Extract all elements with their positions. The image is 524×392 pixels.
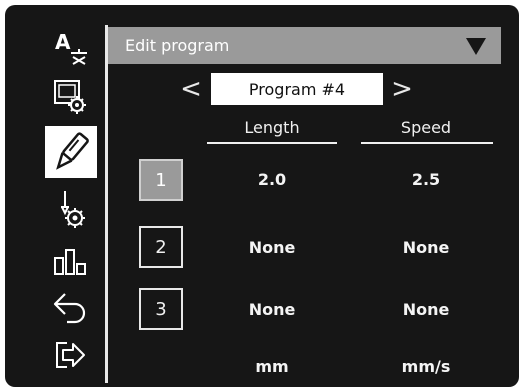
program-step-button-3[interactable]: 3 <box>139 288 183 330</box>
program-step-button-2[interactable]: 2 <box>139 226 183 268</box>
speed-value-2[interactable]: None <box>361 238 491 257</box>
sidebar: A <box>41 25 105 385</box>
dropdown-arrow-icon[interactable] <box>465 36 487 56</box>
language-icon: A <box>55 30 87 65</box>
sidebar-item-pipette[interactable] <box>45 126 97 178</box>
display-settings-icon <box>54 80 86 114</box>
next-program-button[interactable]: > <box>391 72 413 106</box>
pipette-icon <box>56 132 89 170</box>
device-screen: A Edit program < Program #4 > Length Spe… <box>5 5 519 387</box>
column-header-speed-underline <box>361 142 493 144</box>
length-value-3[interactable]: None <box>207 300 337 319</box>
sidebar-item-language[interactable]: A <box>45 25 97 69</box>
sidebar-item-dispenser-settings[interactable] <box>45 187 97 231</box>
program-name: Program #4 <box>211 73 383 105</box>
length-value-2[interactable]: None <box>207 238 337 257</box>
length-unit: mm <box>255 357 289 376</box>
dispenser-settings-icon <box>61 191 85 228</box>
svg-text:A: A <box>55 30 71 54</box>
sidebar-item-back[interactable] <box>45 285 97 329</box>
program-step-button-1[interactable]: 1 <box>139 159 183 201</box>
column-header-length-underline <box>207 142 337 144</box>
speed-value-1[interactable]: 2.5 <box>361 170 491 189</box>
speed-unit: mm/s <box>401 357 451 376</box>
length-value-1[interactable]: 2.0 <box>207 170 337 189</box>
column-header-length: Length <box>244 118 300 137</box>
header-bar[interactable]: Edit program <box>108 27 501 64</box>
back-icon <box>53 293 86 324</box>
program-selector: < Program #4 > <box>108 69 501 111</box>
speed-value-3[interactable]: None <box>361 300 491 319</box>
statistics-icon <box>54 249 86 275</box>
sidebar-item-display-settings[interactable] <box>45 75 97 119</box>
sidebar-item-exit[interactable] <box>45 333 97 377</box>
page-title: Edit program <box>125 36 230 55</box>
previous-program-button[interactable]: < <box>180 72 202 106</box>
exit-icon <box>56 342 85 368</box>
column-header-speed: Speed <box>400 118 452 137</box>
sidebar-item-statistics[interactable] <box>45 240 97 284</box>
